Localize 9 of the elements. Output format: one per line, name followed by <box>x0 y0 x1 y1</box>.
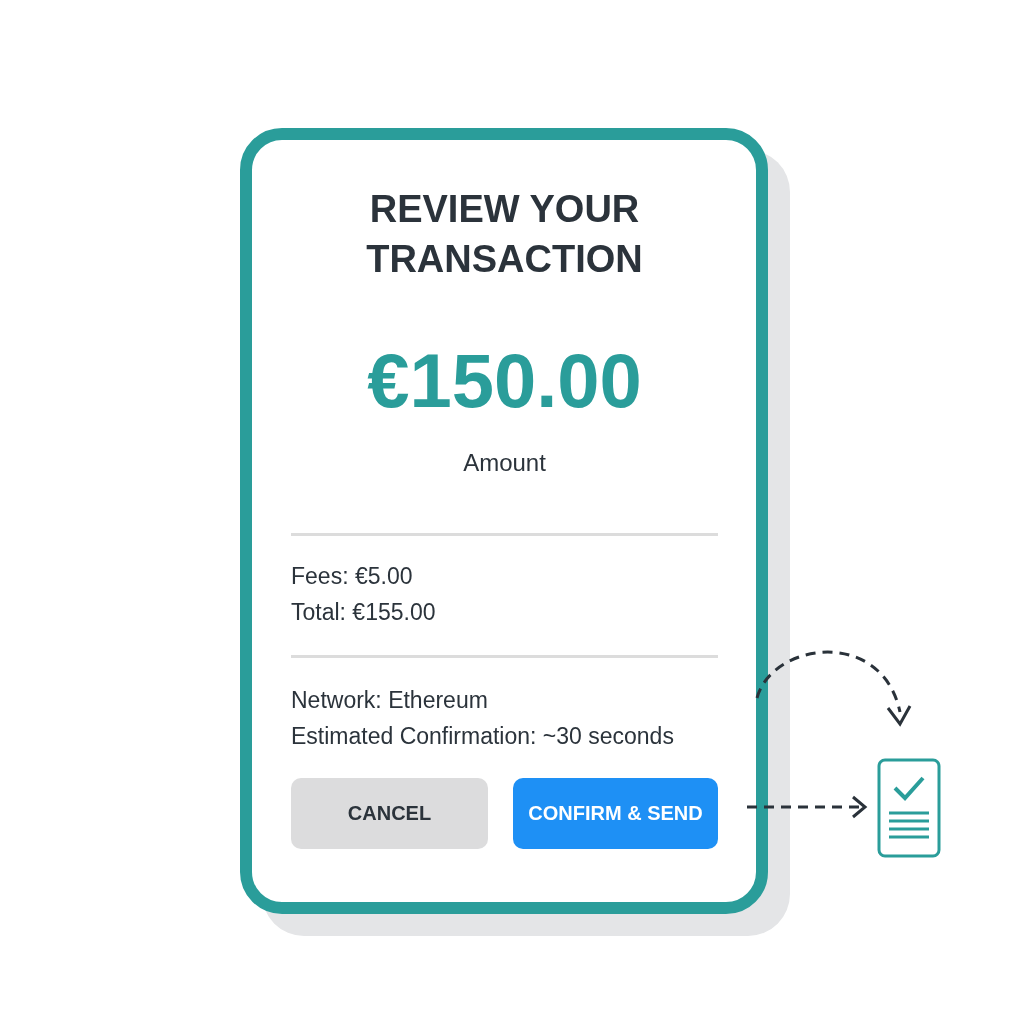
confirmation-text: Estimated Confirmation: ~30 seconds <box>291 722 675 751</box>
network-text: Network: Ethereum <box>291 686 489 715</box>
card-title: REVIEW YOUR TRANSACTION <box>365 187 644 282</box>
fees-text: Fees: €5.00 <box>291 562 414 591</box>
total-text: Total: €155.00 <box>291 598 437 627</box>
amount-value: €150.00 <box>366 337 643 425</box>
amount-label: Amount <box>462 448 547 478</box>
cancel-button[interactable]: CANCEL <box>291 778 488 849</box>
document-check-icon <box>877 758 941 858</box>
